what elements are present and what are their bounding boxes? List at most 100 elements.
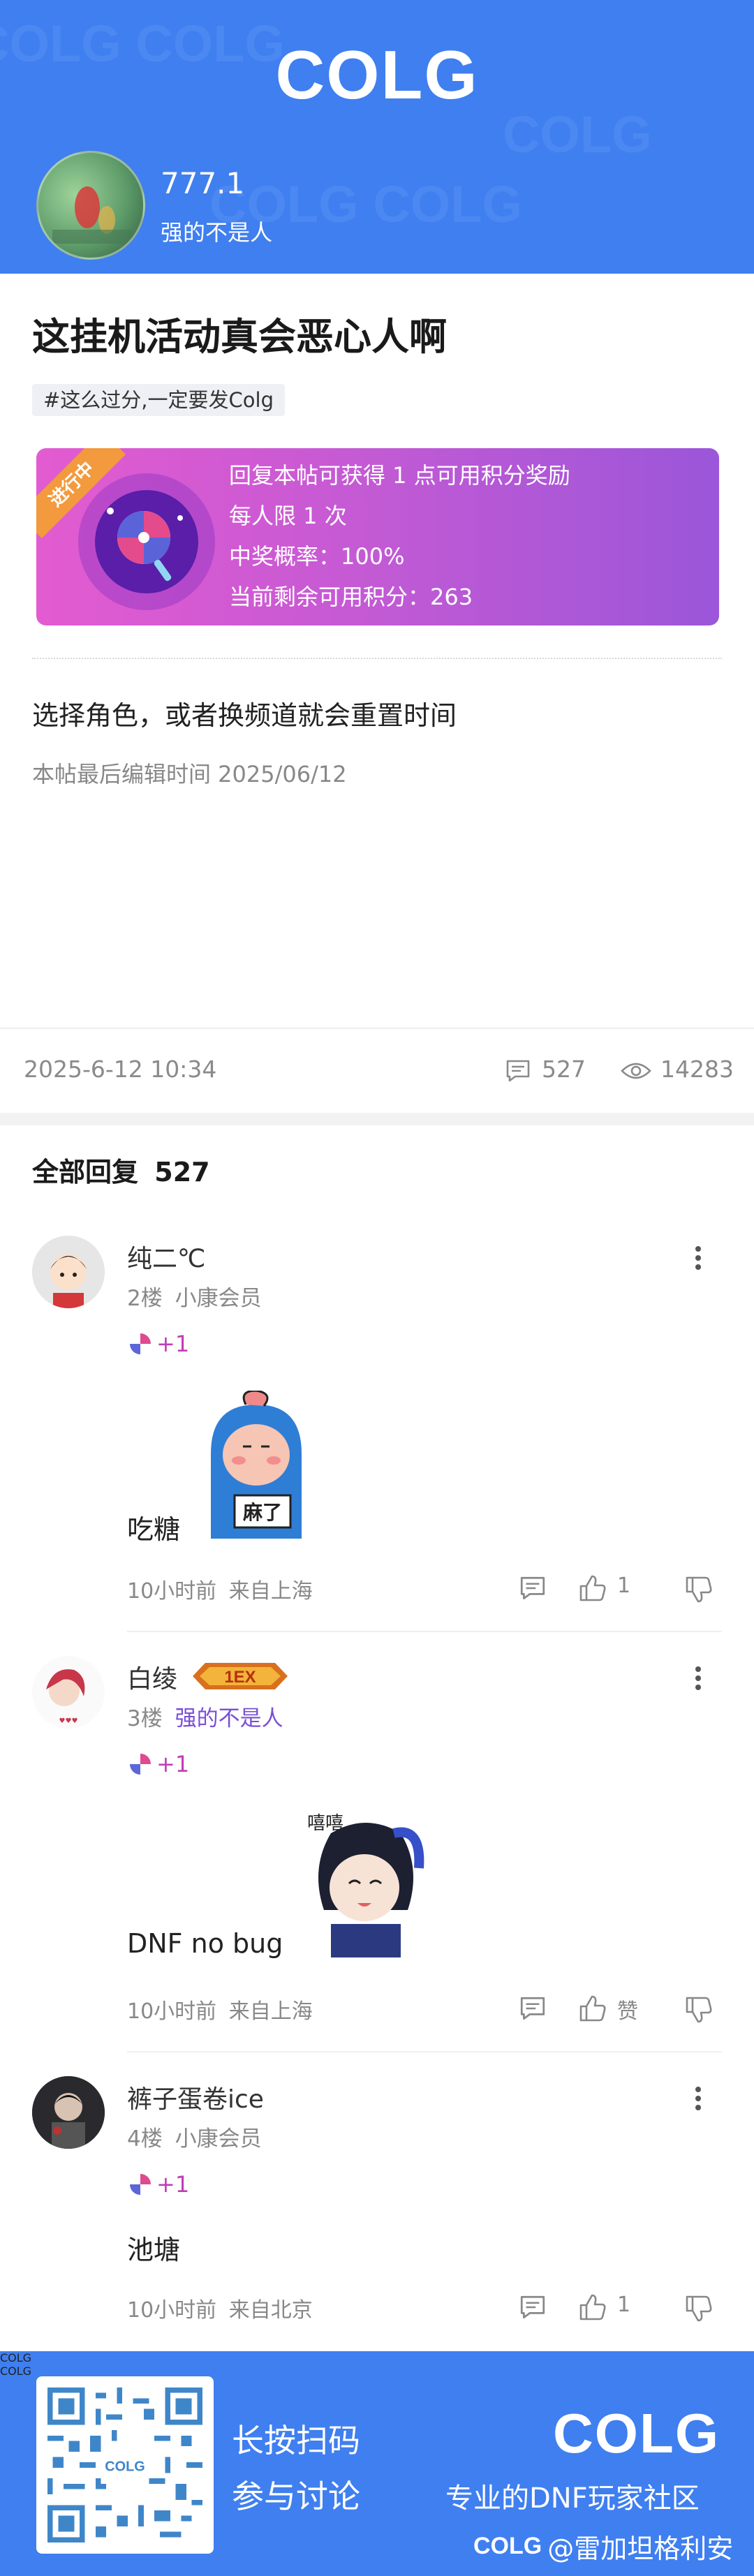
reward-plus: +1	[130, 1331, 189, 1357]
eye-icon	[621, 1063, 651, 1079]
scan-prompt: 长按扫码	[232, 2422, 360, 2459]
avatar[interactable]	[32, 2076, 105, 2149]
divider	[127, 2051, 722, 2052]
thumb-up-icon[interactable]	[577, 1992, 607, 2023]
comment-item: 裤子蛋卷ice 4楼 小康会员 +1 池塘 10小时前 来自北京 1	[0, 2069, 754, 2334]
comment-location: 来自上海	[228, 1579, 313, 1604]
post-meta: 2025-6-12 10:34 527 14283	[0, 1029, 754, 1113]
watermark-text: @雷加坦格利安	[547, 2533, 734, 2564]
footer-banner: COLG COLG COLG 长按扫码 参与讨论 COLG 专业的DNF玩家社区…	[0, 2351, 754, 2576]
avatar[interactable]: ♥♥♥	[32, 1656, 105, 1729]
comment-time: 10小时前	[127, 1579, 217, 1604]
reward-line-1: 回复本帖可获得 1 点可用积分奖励	[229, 462, 570, 489]
level-badge: 1EX	[193, 1663, 288, 1689]
comment-count: 527	[542, 1056, 586, 1083]
thumb-up-icon[interactable]	[577, 1572, 607, 1603]
comment-author[interactable]: 裤子蛋卷ice	[127, 2079, 264, 2115]
reward-line-4: 当前剩余可用积分：263	[229, 584, 473, 610]
topic-tag[interactable]: #这么过分,一定要发Colg	[32, 384, 285, 416]
avatar-image	[32, 1236, 105, 1308]
avatar-image: ♥♥♥	[32, 1656, 105, 1729]
divider	[127, 1631, 722, 1632]
comment-time: 10小时前	[127, 2298, 217, 2323]
comment-time: 10小时前	[127, 1999, 217, 2024]
like-count: 赞	[617, 1999, 638, 2024]
user-name[interactable]: 777.1	[161, 166, 244, 200]
thumb-down-icon[interactable]	[683, 1575, 714, 1606]
comment-icon[interactable]	[518, 2293, 547, 2322]
section-divider	[0, 1113, 754, 1125]
like-count: 1	[617, 2293, 631, 2317]
sticker-image: 麻了	[211, 1391, 302, 1539]
qr-code-image: COLG	[47, 2388, 202, 2542]
comment-floor: 4楼 小康会员	[127, 2121, 262, 2152]
comment-author[interactable]: 纯二℃	[127, 1238, 205, 1275]
comment-meta: 10小时前 来自上海	[127, 1994, 313, 2024]
more-icon[interactable]	[691, 1663, 705, 1698]
comment-item: 纯二℃ 2楼 小康会员 +1 麻了 吃糖 10小时前 来自上海 1	[0, 1229, 754, 1632]
header: COLG COLG COLG COLG COLG COLG 777.1 强的不是…	[0, 0, 754, 274]
replies-count: 527	[154, 1157, 210, 1187]
colg-logo: COLG	[553, 2402, 720, 2464]
thumb-down-icon[interactable]	[683, 1995, 714, 2026]
badge-text: 1EX	[224, 1668, 256, 1687]
sticker-text: 麻了	[243, 1501, 282, 1524]
candy-icon	[130, 2174, 151, 2195]
post-title: 这挂机活动真会恶心人啊	[32, 315, 447, 359]
comment-text: 池塘	[127, 2235, 181, 2265]
comment-floor: 3楼 强的不是人	[127, 1701, 283, 1732]
join-prompt: 参与讨论	[232, 2478, 360, 2515]
reward-card[interactable]: 进行中 回复本帖可获得 1 点可用积分奖励 每人限 1 次 中奖概率：100% …	[36, 448, 719, 626]
sticker-text: 嘻嘻	[307, 1813, 343, 1834]
reward-plus-text: +1	[156, 1751, 190, 1777]
view-count: 14283	[660, 1056, 734, 1083]
post-content: 选择角色，或者换频道就会重置时间	[32, 700, 457, 731]
more-icon[interactable]	[691, 1243, 705, 1278]
slogan: 专业的DNF玩家社区	[445, 2482, 700, 2515]
reward-line-2: 每人限 1 次	[229, 503, 347, 529]
avatar[interactable]	[36, 151, 145, 260]
edit-time: 本帖最后编辑时间 2025/06/12	[32, 761, 347, 787]
member-level: 强的不是人	[175, 1706, 283, 1731]
floor-number: 4楼	[127, 2126, 163, 2152]
comment-icon[interactable]	[518, 1994, 547, 2023]
comment-meta: 10小时前 来自北京	[127, 2293, 313, 2323]
qr-logo-text: COLG	[105, 2459, 145, 2474]
thumb-down-icon[interactable]	[683, 2294, 714, 2325]
more-icon[interactable]	[691, 2083, 705, 2118]
avatar[interactable]	[32, 1236, 105, 1308]
comment-location: 来自上海	[228, 1999, 313, 2024]
svg-text:♥♥♥: ♥♥♥	[59, 1717, 78, 1725]
avatar-image	[52, 186, 133, 244]
avatar-image	[32, 2076, 105, 2149]
screenshot-page: COLG COLG COLG COLG COLG COLG 777.1 强的不是…	[0, 0, 754, 2576]
reward-plus-text: +1	[156, 2171, 190, 2198]
thumb-up-icon[interactable]	[577, 2291, 607, 2322]
comment-icon[interactable]	[518, 1574, 547, 1603]
comment-icon[interactable]	[504, 1057, 532, 1085]
comment-item: ♥♥♥ 白绫 1EX 3楼 强的不是人 +1 嘻嘻 DNF no bug 10小…	[0, 1649, 754, 2052]
reward-plus: +1	[130, 1751, 189, 1777]
replies-header: 全部回复 527	[32, 1150, 210, 1189]
floor-number: 3楼	[127, 1706, 163, 1731]
comment-meta: 10小时前 来自上海	[127, 1574, 313, 1604]
watermark-logo: COLG	[473, 2533, 542, 2559]
comment-author[interactable]: 白绫	[127, 1659, 177, 1695]
reward-line-3: 中奖概率：100%	[229, 543, 405, 570]
watermark: COLG @雷加坦格利安	[473, 2527, 733, 2566]
reward-plus: +1	[130, 2171, 189, 2198]
user-title: 强的不是人	[161, 219, 273, 246]
candy-icon	[130, 1333, 151, 1354]
comment-text: 吃糖	[127, 1514, 181, 1545]
like-count: 1	[617, 1574, 631, 1598]
member-level: 小康会员	[175, 1286, 262, 1311]
post-date: 2025-6-12 10:34	[24, 1056, 217, 1083]
qr-code[interactable]: COLG	[36, 2376, 214, 2554]
comment-text: DNF no bug	[127, 1928, 283, 1959]
colg-logo: COLG	[275, 36, 479, 113]
comment-floor: 2楼 小康会员	[127, 1280, 262, 1312]
sticker-image: 嘻嘻	[307, 1813, 424, 1957]
lollipop-icon	[107, 508, 183, 582]
comment-location: 来自北京	[228, 2298, 313, 2323]
candy-icon	[130, 1754, 151, 1775]
